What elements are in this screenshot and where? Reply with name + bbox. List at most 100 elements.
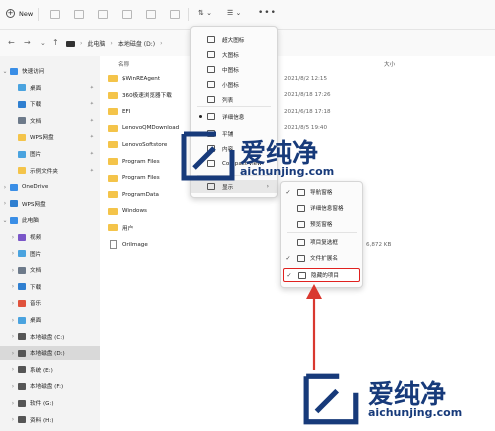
sidebar-item[interactable]: 桌面 ✦ <box>0 81 100 95</box>
show-submenu-item-label: 预览窗格 <box>310 222 333 228</box>
sidebar-item[interactable]: ⌄ 此电脑 <box>0 213 100 227</box>
sidebar-item-label: WPS网盘 <box>30 135 54 142</box>
extra-large-icons-icon <box>207 36 215 43</box>
chevron-right-icon[interactable]: › <box>8 317 18 324</box>
file-row[interactable]: $WinREAgent 2021/8/2 12:15 <box>108 72 468 85</box>
forward-icon[interactable]: → <box>24 38 31 47</box>
view-menu-item[interactable]: 小图标 <box>191 78 277 91</box>
navigation-pane: ⌄ 快速访问 桌面 ✦ 下载 ✦ 文档 ✦ WPS网盘 ✦ 图片 ✦ 示例文件夹 ✦ › OneDrive › W… <box>0 56 100 431</box>
view-menu-item[interactable]: 详细信息 <box>191 110 277 123</box>
chevron-right-icon[interactable]: › <box>0 184 10 191</box>
rename-icon[interactable] <box>122 10 132 19</box>
breadcrumb-item-this-pc[interactable]: 此电脑 <box>87 39 105 48</box>
chevron-right-icon[interactable]: › <box>8 250 18 257</box>
chevron-right-icon[interactable]: › <box>0 200 10 207</box>
sidebar-item[interactable]: › 文档 <box>0 263 100 277</box>
chevron-right-icon[interactable]: › <box>8 283 18 290</box>
sidebar-item-icon <box>18 117 26 125</box>
file-row[interactable]: 360极速浏览器下载 2021/8/18 17:26 <box>108 89 468 102</box>
copy-icon[interactable] <box>74 10 84 19</box>
sidebar-item[interactable]: 示例文件夹 ✦ <box>0 164 100 178</box>
sidebar-item[interactable]: › 图片 <box>0 247 100 261</box>
sidebar-item[interactable]: › OneDrive <box>0 180 100 194</box>
up-icon[interactable]: ↑ <box>52 38 59 47</box>
show-submenu-item-label: 文件扩展名 <box>310 256 338 262</box>
sidebar-item-label: 视频 <box>30 235 42 241</box>
breadcrumb-item-drive[interactable]: 本地磁盘 (D:) <box>118 39 155 48</box>
chevron-right-icon[interactable]: › <box>8 350 18 357</box>
share-icon[interactable] <box>146 10 156 19</box>
sidebar-item[interactable]: › 本地磁盘 (F:) <box>0 379 100 393</box>
sidebar-item[interactable]: 下载 ✦ <box>0 97 100 111</box>
paste-icon[interactable] <box>98 10 108 19</box>
breadcrumb[interactable]: › 此电脑 › 本地磁盘 (D:) › <box>66 37 162 50</box>
file-name: 用户 <box>122 225 134 232</box>
sidebar-item-label: 系统 (E:) <box>30 367 53 374</box>
sidebar-item[interactable]: › 资料 (H:) <box>0 413 100 427</box>
sidebar-item[interactable]: › 本地磁盘 (D:) <box>0 346 100 361</box>
file-date: 2021/8/18 17:26 <box>284 92 331 99</box>
chevron-down-icon[interactable]: ⌄ <box>0 217 10 224</box>
sidebar-item[interactable]: › 音乐 <box>0 296 100 310</box>
chevron-right-icon[interactable]: › <box>8 416 18 423</box>
show-submenu-item[interactable]: 预览窗格 <box>283 217 360 231</box>
sidebar-item[interactable]: › 本地磁盘 (C:) <box>0 330 100 344</box>
sidebar-item-icon <box>18 382 26 390</box>
chevron-right-icon: › <box>110 40 113 47</box>
sidebar-item[interactable]: › 下载 <box>0 280 100 294</box>
recent-icon[interactable]: ⌄ <box>40 39 46 47</box>
compact-view-icon <box>207 160 215 167</box>
chevron-right-icon[interactable]: › <box>8 333 18 340</box>
back-icon[interactable]: ← <box>8 38 15 47</box>
sidebar-item[interactable]: › 视频 <box>0 230 100 244</box>
sidebar-item[interactable]: WPS网盘 ✦ <box>0 130 100 144</box>
show-submenu-item[interactable]: ✓ 导航窗格 <box>283 185 360 199</box>
delete-icon[interactable] <box>170 10 180 19</box>
sidebar-item[interactable]: › 系统 (E:) <box>0 363 100 377</box>
sidebar-item[interactable]: ⌄ 快速访问 <box>0 64 100 78</box>
sidebar-item-label: 本地磁盘 (D:) <box>30 351 65 358</box>
chevron-right-icon[interactable]: › <box>8 234 18 241</box>
view-menu-item[interactable]: 列表 <box>191 93 277 106</box>
chevron-down-icon[interactable]: ⌄ <box>0 68 10 75</box>
sidebar-item-label: 桌面 <box>30 318 42 324</box>
view-icon[interactable]: ☰ ⌄ <box>227 9 241 17</box>
chevron-right-icon[interactable]: › <box>8 366 18 373</box>
view-menu-item[interactable]: 中图标 <box>191 63 277 76</box>
view-menu-item[interactable]: 大图标 <box>191 48 277 61</box>
medium-icons-icon <box>207 66 215 73</box>
chevron-right-icon[interactable]: › <box>8 383 18 390</box>
column-header-name[interactable]: 名称 <box>118 60 129 68</box>
view-menu-item[interactable]: 显示 › <box>191 180 277 193</box>
show-submenu-item[interactable]: ✓ 隐藏的项目 <box>283 268 360 282</box>
cut-icon[interactable] <box>50 10 60 19</box>
new-button[interactable]: + New <box>6 9 33 18</box>
sidebar-item-icon <box>18 100 26 108</box>
show-option-icon <box>298 271 306 279</box>
chevron-right-icon[interactable]: › <box>8 300 18 307</box>
view-menu-item-label: 内容 <box>222 146 234 153</box>
file-row[interactable]: EFI 2021/6/18 17:18 <box>108 105 468 118</box>
chevron-right-icon[interactable]: › <box>8 400 18 407</box>
sidebar-item-label: WPS网盘 <box>22 201 46 208</box>
show-submenu-item[interactable]: 详细信息窗格 <box>283 201 360 215</box>
view-menu-item[interactable]: 超大图标 <box>191 33 277 46</box>
watermark-url: aichunjing.com <box>368 406 463 419</box>
chevron-right-icon[interactable]: › <box>8 267 18 274</box>
sidebar-item[interactable]: › 桌面 <box>0 313 100 327</box>
sidebar-item[interactable]: 文档 ✦ <box>0 114 100 128</box>
show-submenu-item-label: 导航窗格 <box>310 190 333 196</box>
pin-icon: ✦ <box>89 101 94 108</box>
column-header-size[interactable]: 大小 <box>384 60 395 68</box>
show-option-icon <box>297 220 305 228</box>
view-menu-item-label: 中图标 <box>222 67 239 74</box>
sidebar-item[interactable]: › 软件 (G:) <box>0 396 100 410</box>
sort-icon[interactable]: ⇅ ⌄ <box>198 9 212 17</box>
show-submenu-item[interactable]: 项目复选框 <box>283 235 360 249</box>
sidebar-item-icon <box>18 133 26 141</box>
sidebar-item[interactable]: › WPS网盘 <box>0 197 100 211</box>
view-menu-item-label: 平铺 <box>222 131 234 138</box>
show-submenu-item[interactable]: ✓ 文件扩展名 <box>283 251 360 265</box>
sidebar-item[interactable]: 图片 ✦ <box>0 147 100 161</box>
more-icon[interactable]: ••• <box>258 8 277 18</box>
